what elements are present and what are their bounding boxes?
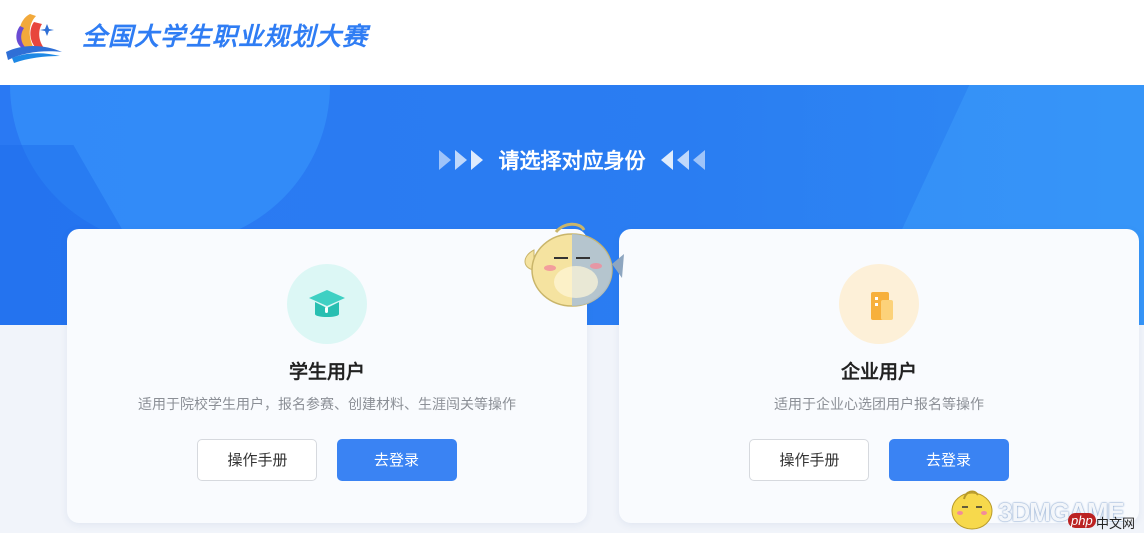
top-header: 全国大学生职业规划大赛 bbox=[0, 0, 1144, 85]
site-title: 全国大学生职业规划大赛 bbox=[82, 22, 369, 51]
enterprise-manual-button[interactable]: 操作手册 bbox=[749, 439, 870, 481]
enterprise-card-description: 适用于企业心选团用户报名等操作 bbox=[774, 397, 984, 413]
sail-logo-icon[interactable] bbox=[4, 8, 64, 64]
watermark-cn: 中文网 bbox=[1096, 517, 1136, 532]
building-icon bbox=[871, 292, 893, 320]
watermark-mascot-icon bbox=[951, 490, 993, 530]
student-login-button[interactable]: 去登录 bbox=[336, 439, 457, 481]
student-card-description: 适用于院校学生用户，报名参赛、创建材料、生涯闯关等操作 bbox=[138, 397, 516, 413]
graduation-cap-icon bbox=[309, 290, 345, 317]
enterprise-button-row: 操作手册 去登录 bbox=[619, 439, 1139, 481]
student-button-row: 操作手册 去登录 bbox=[67, 439, 587, 481]
identity-heading: 请选择对应身份 bbox=[498, 149, 646, 173]
mascot-image bbox=[524, 222, 624, 307]
student-icon-circle bbox=[287, 264, 367, 344]
watermark-php: php bbox=[1068, 513, 1096, 528]
student-manual-button[interactable]: 操作手册 bbox=[197, 439, 318, 481]
enterprise-icon-circle bbox=[839, 264, 919, 344]
enterprise-user-card: 企业用户 适用于企业心选团用户报名等操作 操作手册 去登录 bbox=[619, 229, 1139, 523]
arrow-right-icon bbox=[439, 150, 484, 170]
enterprise-card-title: 企业用户 bbox=[840, 361, 917, 383]
enterprise-login-button[interactable]: 去登录 bbox=[888, 439, 1009, 481]
student-user-card: 学生用户 适用于院校学生用户，报名参赛、创建材料、生涯闯关等操作 操作手册 去登… bbox=[67, 229, 587, 523]
arrow-left-icon bbox=[660, 150, 705, 170]
identity-heading-row: 请选择对应身份 bbox=[0, 145, 1144, 175]
watermark: 3DMGAME php 中文网 bbox=[946, 483, 1144, 533]
student-card-title: 学生用户 bbox=[288, 361, 365, 383]
